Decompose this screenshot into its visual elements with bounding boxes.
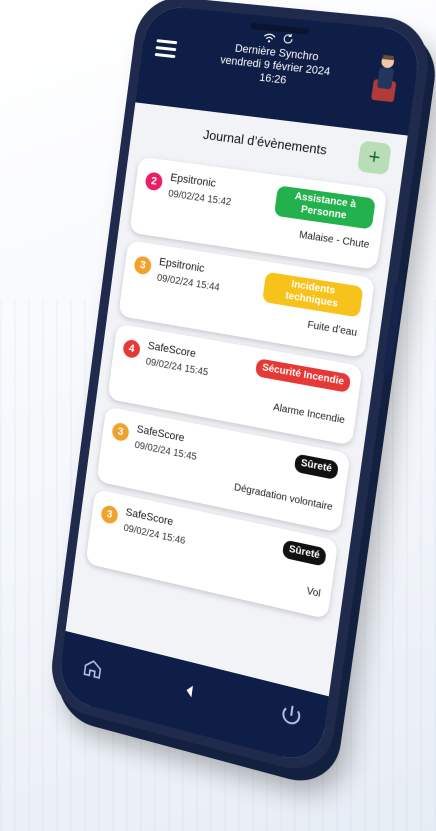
priority-badge: 3 [111,421,130,443]
event-detail: Dégradation volontaire [233,482,334,514]
category-badge: Sûreté [293,453,339,481]
add-event-button[interactable]: + [356,140,392,176]
event-timestamp: 09/02/24 15:45 [145,356,209,379]
phone-side-button [382,281,404,376]
priority-badge: 3 [100,504,119,526]
event-source: Epsitronic [158,256,206,276]
main-content: Journal d’évènements + 2 Epsitronic 09/0… [65,102,408,697]
event-timestamp: 09/02/24 15:46 [122,522,186,548]
event-detail: Alarme Incendie [272,402,346,427]
category-badge: Sûreté [281,539,327,567]
event-detail: Malaise - Chute [298,229,371,252]
category-badge: Assistance à Personne [273,185,376,230]
event-timestamp: 09/02/24 15:44 [156,272,221,294]
event-list: 2 Epsitronic 09/02/24 15:42 Assistance à… [75,155,400,622]
priority-badge: 4 [122,338,142,360]
priority-badge: 3 [133,255,153,276]
category-badge: Incidents techniques [262,271,364,318]
event-source: Epsitronic [169,171,217,190]
event-timestamp: 09/02/24 15:45 [133,439,198,464]
event-timestamp: 09/02/24 15:42 [167,188,232,209]
phone-frame: Dernière Synchro vendredi 9 février 2024… [46,0,435,779]
category-badge: Sécurité Incendie [255,358,352,393]
priority-badge: 2 [144,171,164,192]
event-detail: Vol [305,585,322,600]
home-icon[interactable] [82,655,105,681]
power-icon[interactable] [278,701,305,731]
wifi-icon [262,32,277,43]
phone-wrap: Dernière Synchro vendredi 9 février 2024… [22,0,435,828]
back-icon[interactable] [184,683,195,699]
phone-screen: Dernière Synchro vendredi 9 février 2024… [56,4,423,767]
sync-icon [281,32,294,45]
